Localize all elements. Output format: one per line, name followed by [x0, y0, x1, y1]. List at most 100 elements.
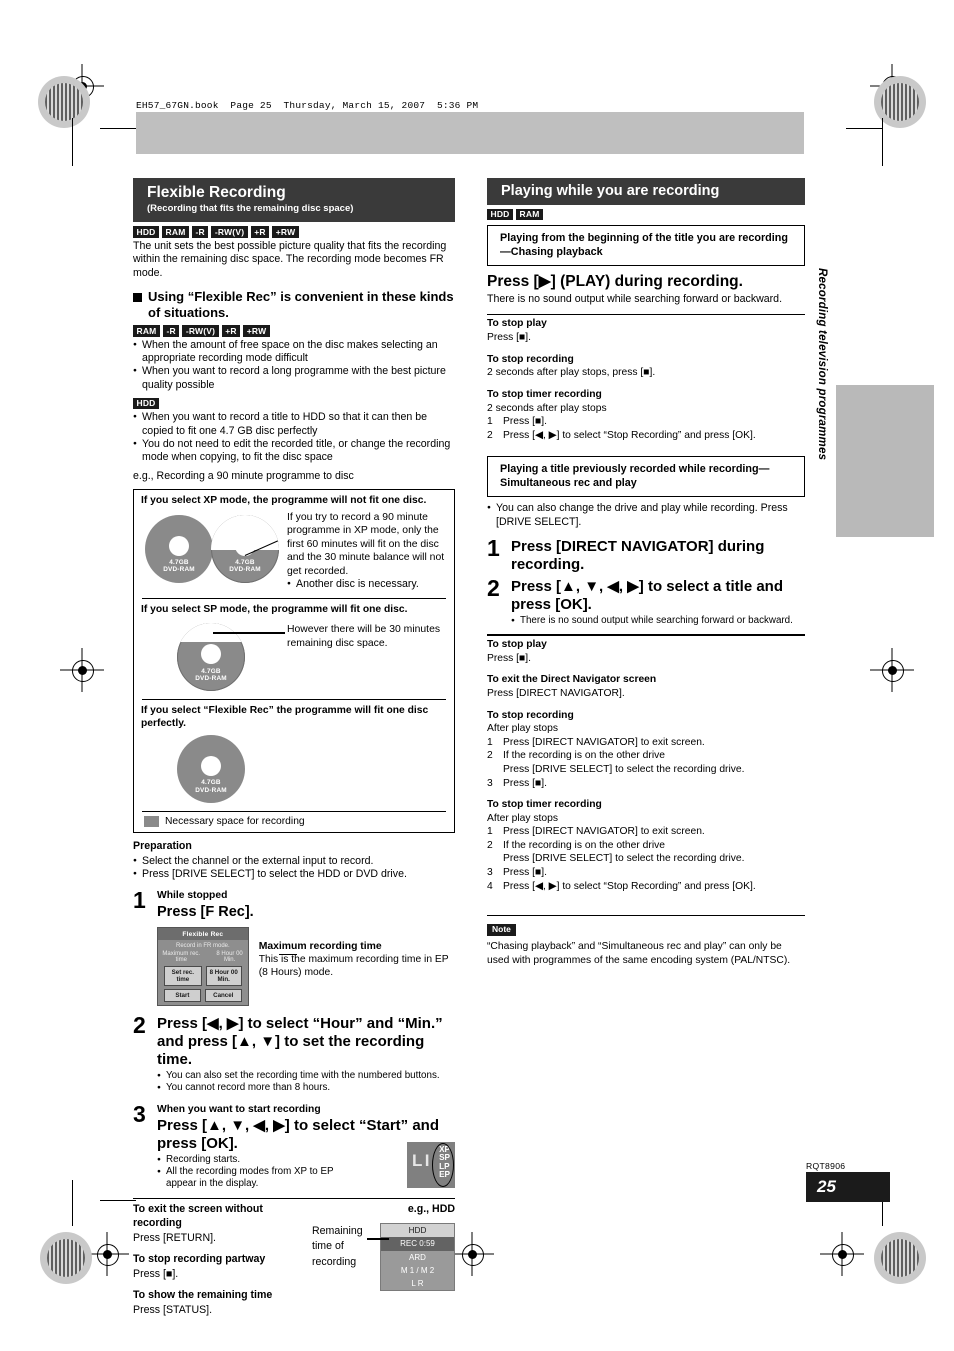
remaining-time-callout: Remaining time of recording [312, 1225, 363, 1268]
list-item: Select the channel or the external input… [133, 855, 455, 868]
section-subtitle: (Recording that fits the remaining disc … [147, 202, 354, 214]
media-tag-row-right: HDD RAM [487, 208, 805, 221]
list-text: Press [■]. [503, 416, 547, 427]
right-step-2: 2 Press [▲, ▼, ◀, ▶] to select a title a… [487, 576, 805, 628]
list-item: 3 Press [■]. [487, 866, 805, 880]
xp-mode-explanation: If you try to record a 90 minute program… [287, 511, 445, 577]
osd-drive: HDD [381, 1224, 454, 1238]
list-item: You can also change the drive and play w… [487, 502, 805, 529]
flexible-recording-banner: Flexible Recording (Recording that fits … [133, 178, 455, 223]
stop-play-section-1: To stop play Press [■]. [487, 318, 805, 344]
list-text: Press [■]. [503, 867, 547, 879]
show-remaining-text: Press [STATUS]. [133, 1303, 213, 1316]
media-tag-row-2: RAM -R -RW(V) +R +RW [133, 325, 455, 337]
chasing-playback-title: Playing from the beginning of the title … [500, 232, 788, 258]
list-text: Press [DIRECT NAVIGATOR] to exit screen. [503, 826, 705, 838]
list-number: 2 [487, 429, 493, 441]
list-item: Recording starts. [157, 1154, 357, 1167]
stop-timer-text: 2 seconds after play stops [487, 402, 607, 414]
list-number: 1 [487, 416, 493, 427]
list-item: You can also set the recording time with… [157, 1070, 455, 1083]
max-rec-time-callout: Maximum recording time This is the maxim… [259, 927, 455, 1006]
stop-play-section-2: To stop play Press [■]. [487, 639, 805, 665]
list-number: 4 [487, 880, 493, 892]
list-text: Press [■]. [503, 777, 547, 789]
cancel-button[interactable]: Cancel [204, 989, 242, 1003]
media-tag-plusrw-2: +RW [243, 325, 270, 337]
registration-mark-left-mid [60, 648, 104, 692]
section-title: Flexible Recording [147, 184, 286, 201]
start-button[interactable]: Start [164, 989, 201, 1003]
callout-line-dialog [279, 954, 297, 956]
list-number: 2 [487, 839, 493, 851]
disc-illustration-box: If you select XP mode, the programme wil… [133, 489, 455, 834]
sp-mode-caption: If you select SP mode, the programme wil… [141, 603, 408, 615]
list-text: If the recording is on the other drive P… [503, 750, 745, 775]
side-tab-label: Recording television programmes [816, 268, 828, 460]
note-badge: Note [487, 923, 516, 937]
disc-capacity-label: 4.7GB [201, 667, 221, 675]
list-item: 2 Press [◀, ▶] to select “Stop Recording”… [487, 429, 805, 443]
disc-partial-graphic: 4.7GB DVD-RAM [211, 514, 279, 583]
highlight-ellipse-icon [432, 1142, 454, 1187]
step-instruction: Press [◀, ▶] to select “Hour” and “Min.”… [157, 1015, 443, 1069]
crop-mark-top [100, 128, 136, 129]
list-number: 3 [487, 777, 493, 789]
osd-audio-channel: L R [411, 1278, 424, 1288]
callout-text: This is the maximum recording time in EP… [258, 953, 449, 978]
crop-mark-right [882, 118, 883, 166]
right-step-2-bullets: There is no sound output while searching… [511, 615, 805, 628]
disc-type-label: DVD-RAM [163, 566, 195, 574]
set-rec-time-button[interactable]: Set rec. time [164, 966, 202, 987]
step-instruction: Press [▲, ▼, ◀, ▶] to select a title and… [511, 578, 783, 614]
xp-mode-row: 4.7GB DVD-RAM 4.7GB DVD-RAM If you try to … [134, 511, 454, 598]
exit-title: To exit the screen without recording [133, 1203, 263, 1229]
print-control-patch-bottom-right [874, 1232, 926, 1284]
stop-play-title-2: To stop play [487, 639, 547, 651]
list-text: Press [DIRECT NAVIGATOR] to exit screen. [503, 736, 705, 748]
simultaneous-rec-play-box: Playing a title previously recorded whil… [487, 456, 805, 498]
step-number: 1 [487, 535, 500, 562]
header-gray-bar [136, 112, 804, 154]
situations-bullets-hdd: When you want to record a title to HDD s… [133, 411, 455, 464]
situations-bullets-disc: When the amount of free space on the dis… [133, 339, 455, 392]
illustration-legend: Necessary space for recording [134, 812, 454, 832]
list-item: 1 Press [■]. [487, 415, 805, 429]
flexible-recording-intro: The unit sets the best possible picture … [133, 239, 447, 279]
step-2: 2 Press [◀, ▶] to select “Hour” and “Min… [133, 1014, 455, 1096]
document-code: RQT8906 [806, 1161, 846, 1171]
dialog-title: Flexible Rec [158, 928, 248, 941]
example-line: e.g., Recording a 90 minute programme to… [133, 469, 354, 482]
media-tag-rwv-2: -RW(V) [182, 325, 219, 337]
preparation-title: Preparation [133, 840, 192, 853]
media-tag-hdd-right: HDD [487, 208, 514, 221]
stop-timer-title: To stop timer recording [487, 388, 602, 400]
disc-capacity-label: 4.7GB [169, 559, 189, 567]
playing-while-recording-banner: Playing while you are recording [487, 178, 805, 205]
disc-type-label: DVD-RAM [195, 786, 227, 794]
step-3: 3 When you want to start recording Press… [133, 1102, 455, 1191]
list-item: Press [DRIVE SELECT] to select the HDD o… [133, 868, 455, 881]
disc-capacity-label: 4.7GB [235, 559, 255, 567]
set-rec-time-value[interactable]: 8 Hour 00 Min. [205, 966, 242, 987]
exit-dn-title: To exit the Direct Navigator screen [487, 674, 657, 686]
stop-timer-steps-2: 1 Press [DIRECT NAVIGATOR] to exit screen… [487, 825, 805, 893]
page-number-box: 25 [806, 1172, 890, 1202]
osd-example-label: e.g., HDD [407, 1203, 455, 1216]
stop-timer-recording-section-1: To stop timer recording 2 seconds after … [487, 389, 805, 442]
step-3-bullets: Recording starts. All the recording mode… [157, 1154, 357, 1191]
stop-recording-section-2: To stop recording After play stops 1 Pres… [487, 710, 805, 791]
display-digits: L I [412, 1150, 430, 1170]
sp-mode-row: 4.7GB DVD-RAM However there will be 30 mi… [134, 619, 454, 699]
osd-audio-mode: M 1 / M 2 [400, 1265, 435, 1275]
print-control-patch-top-left [38, 76, 90, 128]
list-text: Press [◀, ▶] to select “Stop Recording” … [503, 429, 756, 441]
xp-mode-caption: If you select XP mode, the programme wil… [141, 495, 427, 507]
file-header-line: EH57_67GN.book Page 25 Thursday, March 1… [136, 100, 479, 111]
stop-play-title: To stop play [487, 318, 547, 330]
section-rule-1 [487, 313, 805, 316]
bottom-section-rule [133, 1197, 455, 1200]
stop-play-text: Press [■]. [487, 332, 531, 344]
media-tag-hdd-2: HDD [133, 397, 160, 410]
dialog-max-value: 8 Hour 00 Min. [216, 951, 243, 964]
